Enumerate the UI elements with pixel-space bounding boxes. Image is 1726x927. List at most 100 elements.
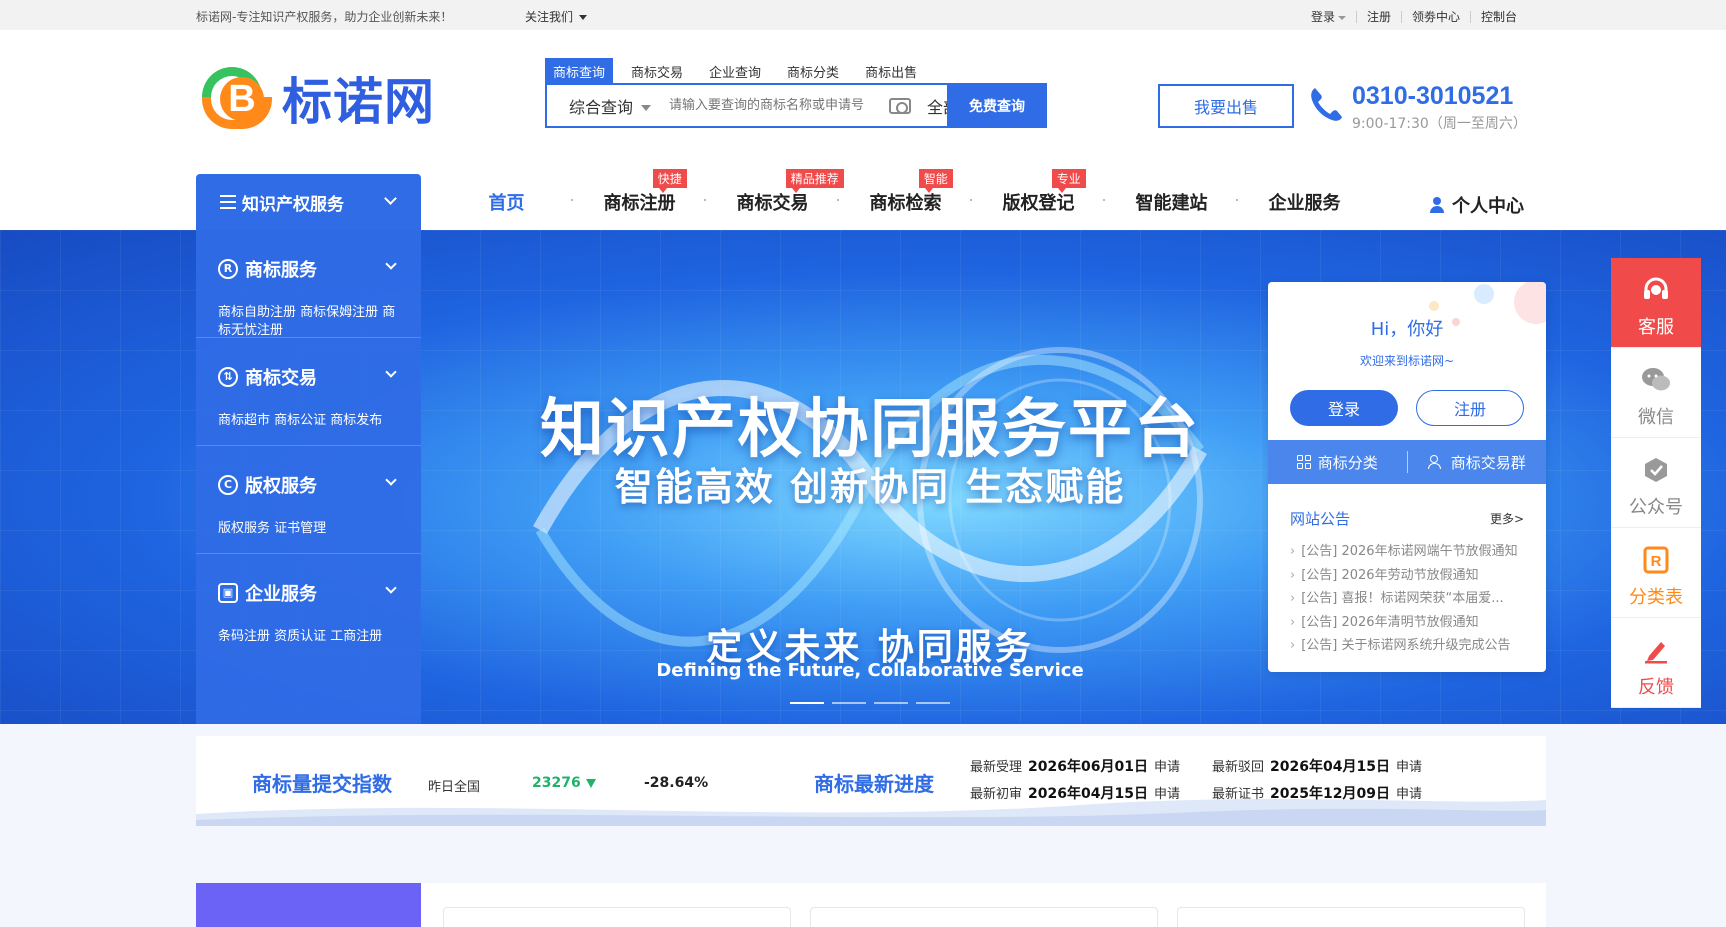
- list-item[interactable]: [公告] 2026年清明节放假通知: [1290, 611, 1530, 635]
- contact-phone: 0310-3010521 9:00-17:30（周一至周六）: [1306, 82, 1527, 133]
- tab-company-search[interactable]: 企业查询: [701, 58, 769, 85]
- nav-enterprise[interactable]: 企业服务: [1238, 189, 1371, 215]
- nav-home[interactable]: 首页: [440, 189, 573, 215]
- category-enterprise-service[interactable]: ▣ 企业服务 条码注册 资质认证 工商注册: [196, 554, 421, 662]
- carousel-dot[interactable]: [874, 702, 908, 704]
- headset-icon: [1644, 277, 1668, 299]
- user-icon: [1430, 197, 1444, 213]
- category-links[interactable]: 商标超市 商标公证 商标发布: [218, 412, 398, 430]
- submission-change: -28.64%: [644, 775, 709, 791]
- nav-badge-smart: 智能: [918, 169, 953, 193]
- content-card[interactable]: [443, 907, 791, 927]
- nav-site-builder[interactable]: 智能建站: [1105, 189, 1238, 215]
- ip-services-menu-toggle[interactable]: 知识产权服务: [196, 174, 421, 230]
- nav-trademark-search[interactable]: 智能 商标检索: [839, 169, 972, 215]
- trade-group-link[interactable]: 商标交易群: [1408, 452, 1547, 473]
- official-account-icon: [1645, 458, 1667, 482]
- personal-center-label: 个人中心: [1452, 196, 1524, 217]
- nav-badge-fast: 快捷: [652, 169, 687, 193]
- svg-text:R: R: [1651, 553, 1662, 570]
- progress-certificate: 最新证书 2025年12月09日 申请: [1212, 783, 1422, 803]
- greeting: Hi，你好: [1370, 319, 1444, 340]
- logo-letter: B: [220, 76, 264, 121]
- classification-table-button[interactable]: R 分类表: [1611, 528, 1701, 618]
- nav-trademark-search-label: 商标检索: [869, 193, 942, 214]
- progress-date: 2026年04月15日: [1028, 786, 1148, 802]
- register-button[interactable]: 注册: [1416, 390, 1524, 426]
- tab-trademark-sale[interactable]: 商标出售: [857, 58, 925, 85]
- more-link[interactable]: 更多>: [1490, 510, 1524, 527]
- category-title: 商标交易: [245, 368, 317, 389]
- progress-date: 2025年12月09日: [1270, 786, 1390, 802]
- nav-site-builder-label: 智能建站: [1135, 193, 1208, 214]
- search-box: 综合查询 全部分类 免费查询: [545, 83, 1047, 128]
- tab-trademark-search[interactable]: 商标查询: [545, 58, 614, 85]
- category-title: 商标服务: [245, 260, 317, 281]
- category-copyright-service[interactable]: C 版权服务 版权服务 证书管理: [196, 446, 421, 554]
- search-type-select[interactable]: 综合查询: [547, 94, 659, 118]
- nav-badge-recommend: 精品推荐: [785, 169, 844, 193]
- menu-icon: [220, 195, 236, 209]
- personal-center-link[interactable]: 个人中心: [1430, 192, 1524, 218]
- top-login-link[interactable]: 登录: [1311, 8, 1347, 25]
- content-card[interactable]: [1177, 907, 1525, 927]
- official-account-button[interactable]: 公众号: [1611, 438, 1701, 528]
- top-register-link[interactable]: 注册: [1367, 8, 1391, 25]
- sell-button[interactable]: 我要出售: [1158, 84, 1294, 128]
- progress-suffix: 申请: [1395, 760, 1422, 775]
- progress-date: 2026年04月15日: [1270, 759, 1390, 775]
- progress-label: 最新受理: [970, 760, 1023, 775]
- nav-trademark-trade-label: 商标交易: [736, 193, 809, 214]
- list-item[interactable]: [公告] 关于标诺网系统升级完成公告: [1290, 634, 1530, 658]
- progress-label: 最新驳回: [1212, 760, 1265, 775]
- nav-trademark-register-label: 商标注册: [603, 193, 676, 214]
- category-links[interactable]: 商标自助注册 商标保姆注册 商标无忧注册: [218, 304, 398, 340]
- floating-sidebar: 客服 微信 公众号 R 分类表 反馈: [1611, 258, 1701, 708]
- carousel-dot[interactable]: [790, 702, 824, 704]
- console-link[interactable]: 控制台: [1481, 8, 1517, 25]
- category-links[interactable]: 条码注册 资质认证 工商注册: [218, 628, 398, 646]
- nav-trademark-register[interactable]: 快捷 商标注册: [573, 169, 706, 215]
- category-trademark-trade[interactable]: ⇅ 商标交易 商标超市 商标公证 商标发布: [196, 338, 421, 446]
- customer-service-button[interactable]: 客服: [1611, 258, 1701, 348]
- search-input[interactable]: [659, 87, 889, 124]
- list-item[interactable]: [公告] 喜报！标诺网荣获“本届爱...: [1290, 587, 1530, 611]
- login-button[interactable]: 登录: [1290, 390, 1398, 426]
- section-sidebar-block: [196, 883, 421, 927]
- nav-copyright-label: 版权登记: [1002, 193, 1075, 214]
- site-logo[interactable]: B 标诺网: [202, 60, 462, 135]
- wechat-button[interactable]: 微信: [1611, 348, 1701, 438]
- category-title: 版权服务: [245, 476, 317, 497]
- top-login-label: 登录: [1311, 10, 1336, 24]
- coupon-center-link[interactable]: 领劵中心: [1412, 8, 1460, 25]
- ip-services-title: 知识产权服务: [242, 194, 344, 215]
- progress-suffix: 申请: [1153, 787, 1180, 802]
- carousel-dot[interactable]: [916, 702, 950, 704]
- list-item[interactable]: [公告] 2026年标诺网端午节放假通知: [1290, 540, 1530, 564]
- phone-number: 0310-3010521: [1352, 82, 1514, 110]
- trade-group-label: 商标交易群: [1450, 453, 1526, 472]
- tab-trademark-class[interactable]: 商标分类: [779, 58, 847, 85]
- content-card[interactable]: [810, 907, 1158, 927]
- free-search-button[interactable]: 免费查询: [947, 83, 1047, 128]
- search-tabs: 商标查询 商标交易 企业查询 商标分类 商标出售: [545, 58, 935, 85]
- camera-icon[interactable]: [889, 97, 911, 114]
- top-bar: 标诺网-专注知识产权服务，助力企业创新未来！ 关注我们 登录 注册 领劵中心 控…: [0, 0, 1726, 30]
- progress-date: 2026年06月01日: [1028, 759, 1148, 775]
- yesterday-label: 昨日全国: [428, 780, 481, 795]
- trademark-classification-link[interactable]: 商标分类: [1268, 452, 1407, 473]
- edit-icon: [1645, 642, 1667, 664]
- category-trademark-service[interactable]: R 商标服务 商标自助注册 商标保姆注册 商标无忧注册: [196, 230, 421, 338]
- nav-copyright[interactable]: 专业 版权登记: [972, 169, 1105, 215]
- nav-trademark-trade[interactable]: 精品推荐 商标交易: [706, 169, 844, 215]
- tab-trademark-trade[interactable]: 商标交易: [623, 58, 691, 85]
- divider: [1470, 10, 1472, 23]
- carousel-dot[interactable]: [832, 702, 866, 704]
- nav-enterprise-label: 企业服务: [1268, 193, 1341, 214]
- feedback-button[interactable]: 反馈: [1611, 618, 1701, 708]
- progress-label: 最新证书: [1212, 787, 1265, 802]
- list-item[interactable]: [公告] 2026年劳动节放假通知: [1290, 564, 1530, 588]
- category-links[interactable]: 版权服务 证书管理: [218, 520, 398, 538]
- quick-links-bar: 商标分类 商标交易群: [1268, 440, 1546, 484]
- follow-us-dropdown[interactable]: 关注我们: [525, 8, 588, 25]
